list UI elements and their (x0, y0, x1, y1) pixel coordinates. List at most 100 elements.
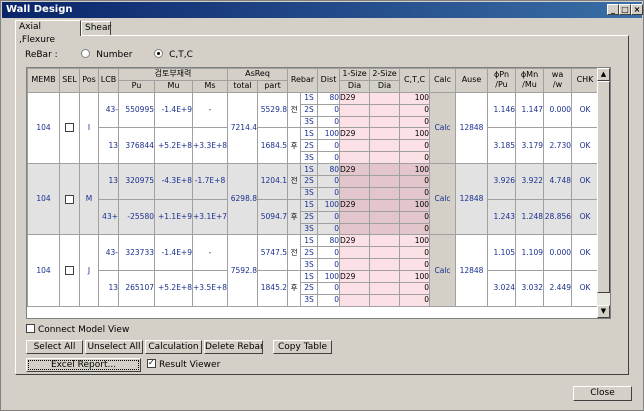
ctc-cell[interactable]: 0 (399, 293, 431, 307)
dist-cell[interactable]: 0 (317, 222, 341, 236)
minimize-button[interactable]: _ (607, 4, 619, 15)
dia2-cell[interactable] (369, 186, 401, 200)
dist-cell[interactable]: 0 (317, 293, 341, 307)
dia1-cell[interactable] (339, 186, 371, 200)
dist-cell[interactable]: 100 (317, 127, 341, 141)
dia1-cell[interactable]: D29 (339, 91, 371, 105)
dia1-cell[interactable]: D29 (339, 198, 371, 212)
copy-table-button[interactable]: Copy Table (273, 340, 332, 354)
dia1-cell[interactable]: D29 (339, 270, 371, 284)
dia2-cell[interactable] (369, 258, 401, 272)
result-viewer-option[interactable]: Result Viewer (147, 357, 220, 371)
maximize-button[interactable]: □ (619, 4, 631, 15)
calc-button[interactable]: Calc (429, 234, 457, 307)
scroll-thumb[interactable] (597, 81, 610, 293)
dist-cell[interactable]: 0 (317, 246, 341, 260)
sel-cell[interactable] (59, 234, 80, 307)
dia2-cell[interactable] (369, 163, 401, 177)
ctc-cell[interactable]: 100 (399, 127, 431, 141)
dia2-cell[interactable] (369, 282, 401, 295)
ctc-cell[interactable]: 100 (399, 91, 431, 105)
ctc-cell[interactable]: 0 (399, 151, 431, 165)
dist-cell[interactable]: 0 (317, 139, 341, 153)
ctc-cell[interactable]: 100 (399, 234, 431, 248)
dia1-cell[interactable]: D29 (339, 127, 371, 141)
dia2-cell[interactable] (369, 127, 401, 141)
sel-cell[interactable] (59, 91, 80, 165)
select-checkbox[interactable] (65, 123, 74, 133)
rebar-ctc-radio[interactable] (154, 49, 164, 58)
connect-model-view-option[interactable]: Connect Model View (26, 324, 129, 336)
dia2-cell[interactable] (369, 246, 401, 260)
ctc-cell[interactable]: 0 (399, 258, 431, 272)
close-window-button[interactable]: × (631, 4, 643, 15)
dist-cell[interactable]: 0 (317, 175, 341, 188)
dist-cell[interactable]: 0 (317, 115, 341, 129)
select-all-button[interactable]: Select All (26, 340, 83, 354)
dia1-cell[interactable] (339, 139, 371, 153)
dia1-cell[interactable] (339, 115, 371, 129)
dia2-cell[interactable] (369, 210, 401, 224)
sel-cell[interactable] (59, 163, 80, 236)
ctc-cell[interactable]: 0 (399, 246, 431, 260)
dia1-cell[interactable] (339, 151, 371, 165)
dist-cell[interactable]: 0 (317, 103, 341, 117)
excel-report-button[interactable]: Excel Report... (26, 358, 141, 372)
dia2-cell[interactable] (369, 234, 401, 248)
calc-button[interactable]: Calc (429, 163, 457, 236)
dia2-cell[interactable] (369, 151, 401, 165)
dist-cell[interactable]: 80 (317, 234, 341, 248)
dia1-cell[interactable] (339, 210, 371, 224)
result-viewer-checkbox[interactable] (147, 357, 156, 369)
ctc-cell[interactable]: 0 (399, 210, 431, 224)
dia1-cell[interactable] (339, 175, 371, 188)
ctc-cell[interactable]: 0 (399, 115, 431, 129)
dia2-cell[interactable] (369, 198, 401, 212)
ctc-cell[interactable]: 0 (399, 103, 431, 117)
dist-cell[interactable]: 0 (317, 282, 341, 295)
dist-cell[interactable]: 100 (317, 270, 341, 284)
connect-model-view-checkbox[interactable] (26, 324, 35, 333)
tab-axial-flexure[interactable]: Axial ,Flexure (15, 20, 81, 45)
unselect-all-button[interactable]: Unselect All (85, 340, 143, 354)
ctc-cell[interactable]: 100 (399, 270, 431, 284)
dist-cell[interactable]: 80 (317, 163, 341, 177)
ctc-cell[interactable]: 0 (399, 222, 431, 236)
tab-shear[interactable]: Shear (81, 21, 111, 36)
dia1-cell[interactable] (339, 103, 371, 117)
ctc-cell[interactable]: 0 (399, 139, 431, 153)
ctc-cell[interactable]: 100 (399, 198, 431, 212)
ctc-cell[interactable]: 100 (399, 163, 431, 177)
dia2-cell[interactable] (369, 293, 401, 307)
ctc-cell[interactable]: 0 (399, 186, 431, 200)
dia1-cell[interactable]: D29 (339, 234, 371, 248)
dia1-cell[interactable] (339, 258, 371, 272)
ctc-cell[interactable]: 0 (399, 282, 431, 295)
select-checkbox[interactable] (65, 194, 74, 204)
dia1-cell[interactable]: D29 (339, 163, 371, 177)
dist-cell[interactable]: 0 (317, 210, 341, 224)
dia2-cell[interactable] (369, 91, 401, 105)
table-scrollbar[interactable]: ▲ ▼ (597, 68, 610, 318)
dia1-cell[interactable] (339, 222, 371, 236)
dia1-cell[interactable] (339, 246, 371, 260)
dist-cell[interactable]: 0 (317, 258, 341, 272)
dia2-cell[interactable] (369, 115, 401, 129)
dia2-cell[interactable] (369, 139, 401, 153)
dia2-cell[interactable] (369, 222, 401, 236)
calc-button[interactable]: Calc (429, 91, 457, 165)
dia2-cell[interactable] (369, 270, 401, 284)
dia1-cell[interactable] (339, 282, 371, 295)
select-checkbox[interactable] (65, 266, 74, 276)
dist-cell[interactable]: 0 (317, 186, 341, 200)
calculation-button[interactable]: Calculation (145, 340, 202, 354)
scroll-down-button[interactable]: ▼ (597, 305, 610, 318)
close-button[interactable]: Close (573, 386, 632, 401)
dia2-cell[interactable] (369, 175, 401, 188)
scroll-up-button[interactable]: ▲ (597, 68, 610, 81)
dist-cell[interactable]: 80 (317, 91, 341, 105)
dist-cell[interactable]: 0 (317, 151, 341, 165)
rebar-number-radio[interactable] (81, 49, 91, 58)
dia1-cell[interactable] (339, 293, 371, 307)
ctc-cell[interactable]: 0 (399, 175, 431, 188)
